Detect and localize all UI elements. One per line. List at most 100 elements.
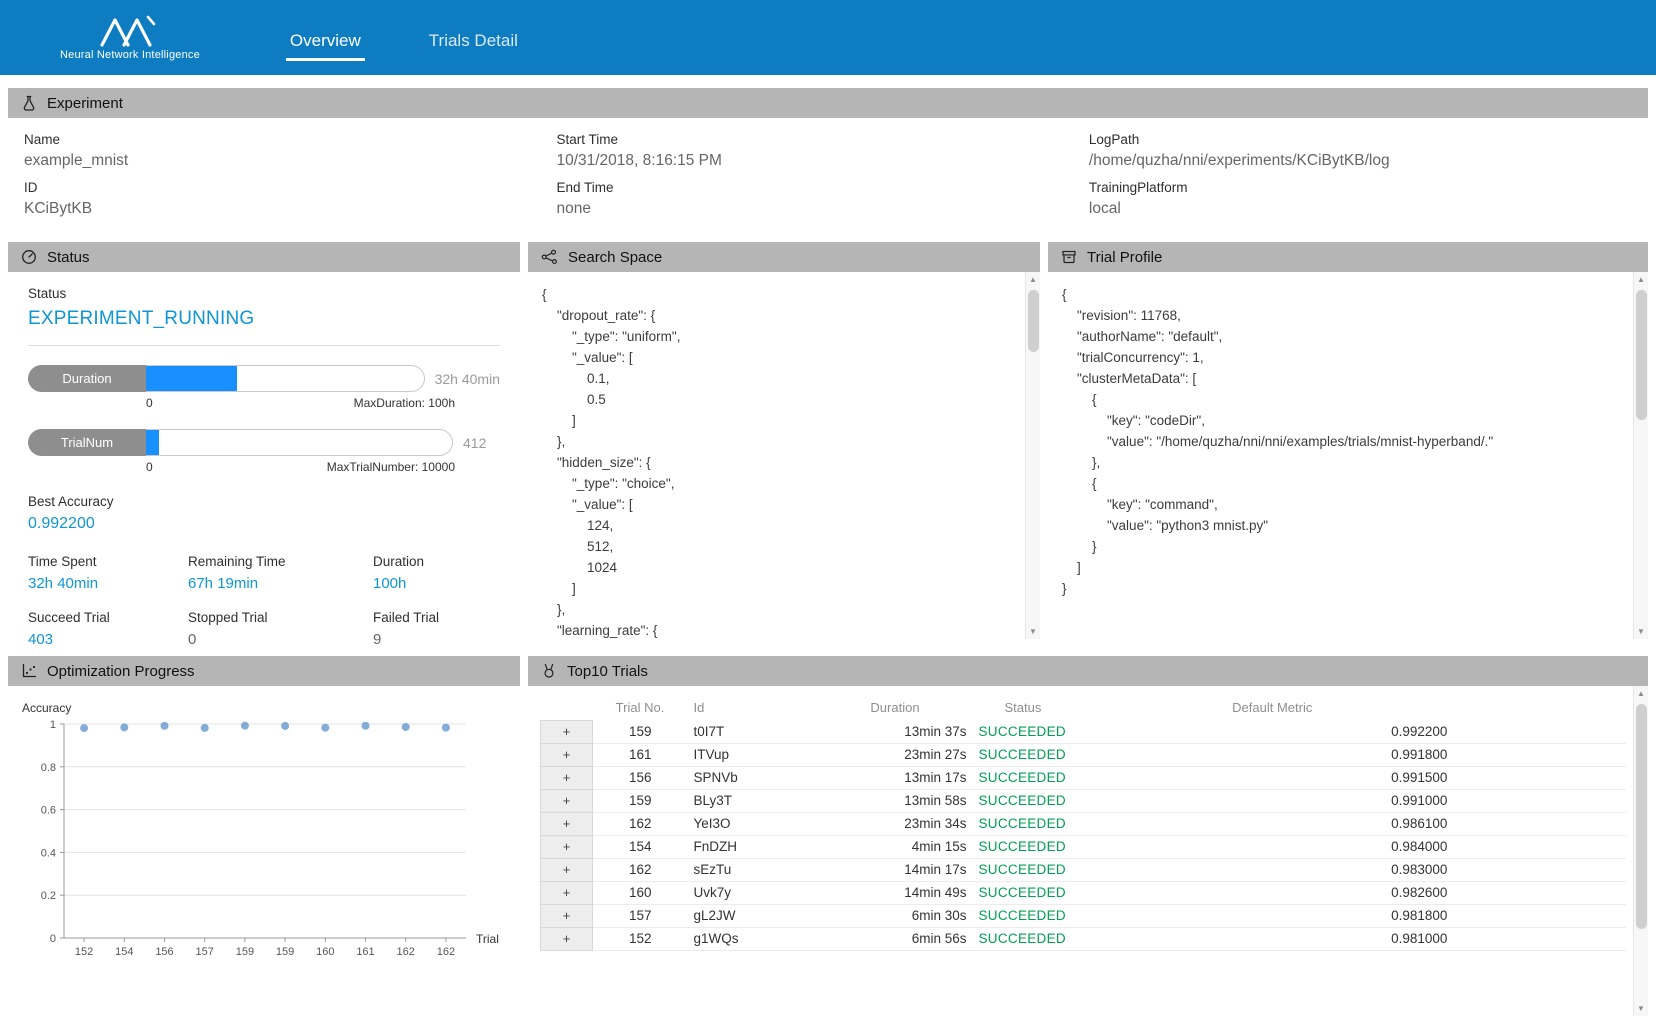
- expand-trial-button[interactable]: +: [541, 812, 593, 835]
- search-space-json: { "dropout_rate": { "_type": "uniform", …: [528, 272, 1040, 639]
- trial-metric-cell: 0.983000: [1213, 858, 1627, 881]
- best-accuracy-value: 0.992200: [28, 515, 500, 533]
- trial-metric-cell: 0.986100: [1213, 812, 1627, 835]
- svg-text:0.4: 0.4: [41, 847, 56, 859]
- trial-duration-cell: 14min 49s: [838, 881, 973, 904]
- field-value: example_mnist: [24, 152, 556, 170]
- trialnum-progress-bar: TrialNum 412: [28, 429, 500, 456]
- field-label: End Time: [556, 180, 1088, 195]
- nni-logo-icon: [98, 15, 162, 47]
- duration-progress-bar: Duration 32h 40min: [28, 365, 500, 392]
- trial-no-cell: 160: [593, 881, 688, 904]
- trial-profile-json: { "revision": 11768, "authorName": "defa…: [1048, 272, 1648, 611]
- scroll-up-arrow[interactable]: ▲: [1634, 272, 1648, 287]
- logpath-field: LogPath /home/quzha/nni/experiments/KCiB…: [1089, 132, 1648, 170]
- nni-logo: Neural Network Intelligence: [60, 15, 200, 61]
- stat-label: Failed Trial: [373, 610, 500, 625]
- tab-trials-detail[interactable]: Trials Detail: [425, 27, 522, 61]
- scroll-thumb[interactable]: [1636, 290, 1647, 420]
- status-stats-grid: Time Spent 32h 40min Remaining Time 67h …: [28, 554, 500, 648]
- trial-duration-cell: 6min 56s: [838, 927, 973, 950]
- svg-text:162: 162: [437, 946, 455, 958]
- experiment-col-1: Name example_mnist ID KCiBytKB: [24, 122, 556, 218]
- page-content: Experiment Name example_mnist ID KCiBytK…: [0, 75, 1656, 1016]
- trial-row: +162YeI3O23min 34sSUCCEEDED0.986100: [541, 812, 1627, 835]
- trial-duration-cell: 13min 17s: [838, 766, 973, 789]
- medal-icon: [541, 663, 557, 679]
- trial-metric-cell: 0.991500: [1213, 766, 1627, 789]
- svg-text:161: 161: [356, 946, 374, 958]
- trial-no-cell: 159: [593, 789, 688, 812]
- stat-value: 100h: [373, 575, 500, 592]
- experiment-panel-header: Experiment: [8, 88, 1648, 118]
- expand-column-header: [541, 692, 593, 720]
- expand-trial-button[interactable]: +: [541, 904, 593, 927]
- scroll-up-arrow[interactable]: ▲: [1026, 272, 1040, 287]
- top-navigation-bar: Neural Network Intelligence Overview Tri…: [0, 0, 1656, 75]
- top-trials-table: Trial No. Id Duration Status Default Met…: [540, 692, 1626, 951]
- trial-no-cell: 159: [593, 720, 688, 743]
- trial-status-cell: SUCCEEDED: [973, 720, 1213, 743]
- expand-trial-button[interactable]: +: [541, 743, 593, 766]
- field-value: 10/31/2018, 8:16:15 PM: [556, 152, 1088, 170]
- field-label: ID: [24, 180, 556, 195]
- trial-no-cell: 157: [593, 904, 688, 927]
- trial-row: +162sEzTu14min 17sSUCCEEDED0.983000: [541, 858, 1627, 881]
- trial-no-column-header: Trial No.: [593, 692, 688, 720]
- trial-profile-scrollbar[interactable]: ▲ ▼: [1633, 272, 1648, 639]
- search-space-scrollbar[interactable]: ▲ ▼: [1025, 272, 1040, 639]
- svg-text:0.8: 0.8: [41, 762, 56, 774]
- scatter-chart-icon: [21, 663, 37, 679]
- scroll-down-arrow[interactable]: ▼: [1634, 624, 1648, 639]
- stat-label: Time Spent: [28, 554, 188, 569]
- top-trials-scrollbar[interactable]: ▲ ▼: [1633, 686, 1648, 1016]
- stat-succeed-trial: Succeed Trial 403: [28, 610, 188, 648]
- trial-id-cell: gL2JW: [688, 904, 838, 927]
- expand-trial-button[interactable]: +: [541, 858, 593, 881]
- search-space-panel-title: Search Space: [568, 249, 662, 266]
- optimization-progress-panel: Optimization Progress 00.20.40.60.811521…: [8, 656, 520, 1016]
- field-label: Start Time: [556, 132, 1088, 147]
- expand-trial-button[interactable]: +: [541, 881, 593, 904]
- trialnum-bar-label: TrialNum: [28, 429, 146, 456]
- stat-value: 67h 19min: [188, 575, 373, 592]
- trial-duration-cell: 6min 30s: [838, 904, 973, 927]
- trial-id-cell: FnDZH: [688, 835, 838, 858]
- scroll-down-arrow[interactable]: ▼: [1026, 624, 1040, 639]
- trial-status-cell: SUCCEEDED: [973, 766, 1213, 789]
- stat-time-spent: Time Spent 32h 40min: [28, 554, 188, 592]
- expand-trial-button[interactable]: +: [541, 835, 593, 858]
- optimization-panel-title: Optimization Progress: [47, 663, 195, 680]
- trial-id-cell: t0I7T: [688, 720, 838, 743]
- scroll-thumb[interactable]: [1028, 290, 1039, 352]
- duration-column-header: Duration: [838, 692, 973, 720]
- stat-label: Duration: [373, 554, 500, 569]
- expand-trial-button[interactable]: +: [541, 789, 593, 812]
- trial-id-cell: ITVup: [688, 743, 838, 766]
- experiment-status-value: EXPERIMENT_RUNNING: [28, 308, 500, 330]
- trial-id-cell: g1WQs: [688, 927, 838, 950]
- duration-min: 0: [146, 396, 153, 410]
- scroll-down-arrow[interactable]: ▼: [1634, 1001, 1648, 1016]
- trial-status-cell: SUCCEEDED: [973, 835, 1213, 858]
- expand-trial-button[interactable]: +: [541, 766, 593, 789]
- experiment-panel-title: Experiment: [47, 95, 123, 112]
- trial-row: +159t0I7T13min 37sSUCCEEDED0.992200: [541, 720, 1627, 743]
- trialnum-bar-fill: [146, 430, 159, 455]
- field-value: none: [556, 200, 1088, 218]
- trialnum-bar-track: [146, 429, 453, 456]
- scroll-thumb[interactable]: [1636, 704, 1647, 929]
- scroll-up-arrow[interactable]: ▲: [1634, 686, 1648, 701]
- svg-text:159: 159: [276, 946, 294, 958]
- flask-icon: [21, 95, 37, 111]
- expand-trial-button[interactable]: +: [541, 720, 593, 743]
- trial-no-cell: 154: [593, 835, 688, 858]
- id-column-header: Id: [688, 692, 838, 720]
- tab-overview[interactable]: Overview: [286, 27, 365, 61]
- expand-trial-button[interactable]: +: [541, 927, 593, 950]
- stat-value: 9: [373, 631, 500, 648]
- trial-duration-cell: 13min 58s: [838, 789, 973, 812]
- trialnum-bar-scale: 0 MaxTrialNumber: 10000: [146, 460, 455, 474]
- trial-status-cell: SUCCEEDED: [973, 904, 1213, 927]
- start-time-field: Start Time 10/31/2018, 8:16:15 PM: [556, 132, 1088, 170]
